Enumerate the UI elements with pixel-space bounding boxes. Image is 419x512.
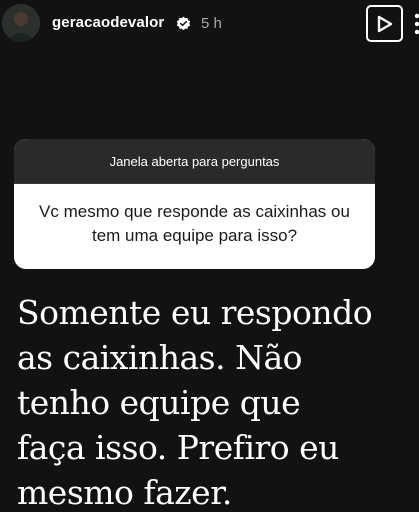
username[interactable]: geracaodevalor <box>52 14 164 31</box>
play-icon <box>377 15 392 32</box>
more-options-icon <box>414 13 419 35</box>
post-time: 5 h <box>201 15 222 32</box>
answer-text: Somente eu respondo as caixinhas. Não te… <box>17 293 373 512</box>
question-text: Vc mesmo que responde as caixinhas ou te… <box>39 202 350 245</box>
story-viewer: geracaodevalor 5 h Janela aberta para pe… <box>0 0 419 512</box>
question-sticker[interactable]: Janela aberta para perguntas Vc mesmo qu… <box>14 139 375 269</box>
verified-badge-icon <box>176 16 191 31</box>
play-button[interactable] <box>366 5 403 42</box>
avatar-image <box>2 4 40 42</box>
question-sticker-title: Janela aberta para perguntas <box>14 139 375 184</box>
more-options-button[interactable] <box>410 12 419 36</box>
avatar[interactable] <box>2 4 40 42</box>
story-header: geracaodevalor 5 h <box>0 0 419 52</box>
